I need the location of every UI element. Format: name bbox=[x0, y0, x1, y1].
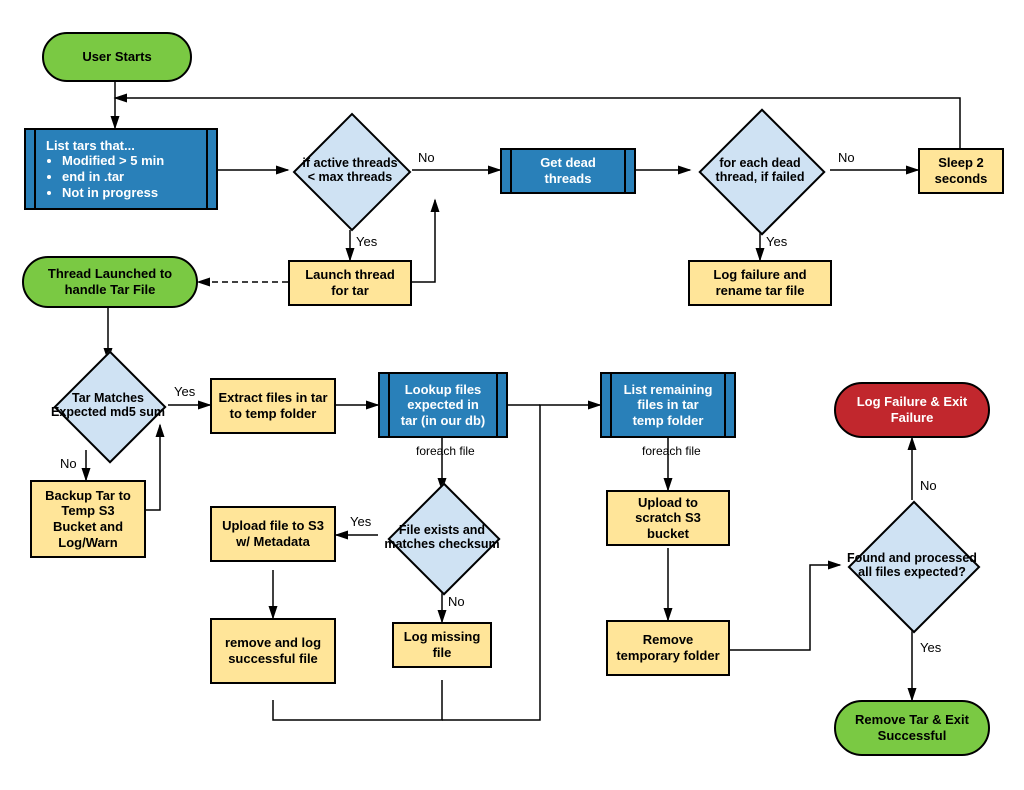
label: File exists and matches checksum bbox=[382, 523, 502, 552]
terminal-remove-tar-exit: Remove Tar & Exit Successful bbox=[834, 700, 990, 756]
bullet-list: Modified > 5 min end in .tar Not in prog… bbox=[46, 153, 196, 200]
label: Upload to scratch S3 bucket bbox=[614, 495, 722, 542]
label: Tar Matches Expected md5 sum bbox=[50, 391, 166, 420]
edge-label-foreach: foreach file bbox=[642, 444, 701, 458]
subprocess-lookup-files: Lookup files expected in tar (in our db) bbox=[378, 372, 508, 438]
label: User Starts bbox=[82, 49, 151, 65]
title: List tars that... bbox=[46, 138, 196, 154]
decision-foreach-dead: for each dead thread, if failed bbox=[690, 106, 830, 234]
process-remove-log-success: remove and log successful file bbox=[210, 618, 336, 684]
edge-label-no: No bbox=[60, 456, 77, 471]
bullet: Not in progress bbox=[62, 185, 196, 201]
label: List remaining files in tar temp folder bbox=[624, 382, 713, 428]
process-backup-tar: Backup Tar to Temp S3 Bucket and Log/War… bbox=[30, 480, 146, 558]
terminal-thread-launched: Thread Launched to handle Tar File bbox=[22, 256, 198, 308]
label: Launch thread for tar bbox=[296, 267, 404, 298]
process-log-failure-rename: Log failure and rename tar file bbox=[688, 260, 832, 306]
edge-label-yes: Yes bbox=[350, 514, 371, 529]
decision-file-exists: File exists and matches checksum bbox=[372, 482, 512, 592]
edge-label-no: No bbox=[920, 478, 937, 493]
edge-label-foreach: foreach file bbox=[416, 444, 475, 458]
decision-found-processed: Found and processed all files expected? bbox=[834, 496, 990, 634]
process-extract-files: Extract files in tar to temp folder bbox=[210, 378, 336, 434]
label: Found and processed all files expected? bbox=[844, 551, 980, 580]
process-log-missing: Log missing file bbox=[392, 622, 492, 668]
label: Thread Launched to handle Tar File bbox=[30, 266, 190, 297]
process-sleep: Sleep 2 seconds bbox=[918, 148, 1004, 194]
process-upload-s3-meta: Upload file to S3 w/ Metadata bbox=[210, 506, 336, 562]
edge-label-yes: Yes bbox=[356, 234, 377, 249]
bullet: Modified > 5 min bbox=[62, 153, 196, 169]
label: Remove Tar & Exit Successful bbox=[842, 712, 982, 743]
subprocess-list-remaining: List remaining files in tar temp folder bbox=[600, 372, 736, 438]
process-remove-temp: Remove temporary folder bbox=[606, 620, 730, 676]
edge-label-yes: Yes bbox=[766, 234, 787, 249]
label: remove and log successful file bbox=[218, 635, 328, 666]
decision-tar-md5: Tar Matches Expected md5 sum bbox=[40, 350, 176, 460]
subprocess-get-dead-threads: Get dead threads bbox=[500, 148, 636, 194]
edge-label-no: No bbox=[448, 594, 465, 609]
process-upload-scratch: Upload to scratch S3 bucket bbox=[606, 490, 730, 546]
label: Upload file to S3 w/ Metadata bbox=[218, 518, 328, 549]
label: Log missing file bbox=[400, 629, 484, 660]
label: Sleep 2 seconds bbox=[926, 155, 996, 186]
decision-active-threads: if active threads < max threads bbox=[288, 110, 412, 230]
label: Extract files in tar to temp folder bbox=[218, 390, 328, 421]
process-launch-thread: Launch thread for tar bbox=[288, 260, 412, 306]
edge-label-no: No bbox=[838, 150, 855, 165]
edge-label-yes: Yes bbox=[920, 640, 941, 655]
label: Backup Tar to Temp S3 Bucket and Log/War… bbox=[38, 488, 138, 550]
edge-label-yes: Yes bbox=[174, 384, 195, 399]
label: Lookup files expected in tar (in our db) bbox=[401, 382, 486, 428]
terminal-user-starts: User Starts bbox=[42, 32, 192, 82]
label: for each dead thread, if failed bbox=[700, 156, 820, 185]
terminal-log-failure-exit: Log Failure & Exit Failure bbox=[834, 382, 990, 438]
label: Get dead threads bbox=[540, 155, 596, 186]
label: Log failure and rename tar file bbox=[696, 267, 824, 298]
edge-label-no: No bbox=[418, 150, 435, 165]
bullet: end in .tar bbox=[62, 169, 196, 185]
label: Log Failure & Exit Failure bbox=[842, 394, 982, 425]
subprocess-list-tars: List tars that... Modified > 5 min end i… bbox=[24, 128, 218, 210]
label: if active threads < max threads bbox=[298, 156, 402, 185]
label: Remove temporary folder bbox=[614, 632, 722, 663]
